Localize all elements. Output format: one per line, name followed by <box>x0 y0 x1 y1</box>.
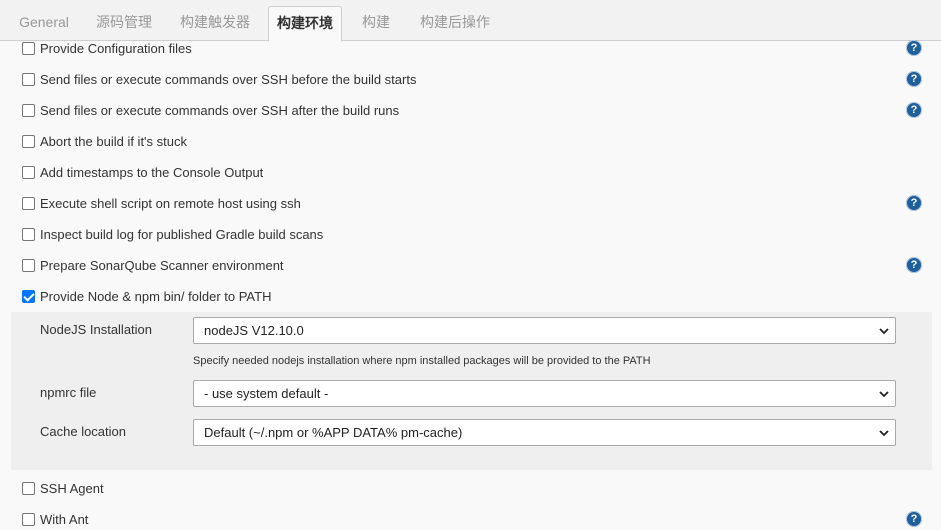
chevron-down-icon <box>879 391 889 398</box>
provide-configuration-files-label: Provide Configuration files <box>40 40 192 56</box>
inspect-gradle-build-scans-label: Inspect build log for published Gradle b… <box>40 226 324 242</box>
chevron-down-icon <box>879 328 889 335</box>
option-row-ssh-after-build[interactable]: Send files or execute commands over SSH … <box>22 99 922 121</box>
ssh-before-build-label: Send files or execute commands over SSH … <box>40 71 417 87</box>
add-timestamps-label: Add timestamps to the Console Output <box>40 164 264 180</box>
question-circle-icon[interactable]: ? <box>906 195 922 211</box>
option-row-add-timestamps[interactable]: Add timestamps to the Console Output <box>22 161 922 183</box>
provide-node-npm-path-label: Provide Node & npm bin/ folder to PATH <box>40 288 272 304</box>
npmrc-file-select[interactable]: - use system default - <box>193 380 896 407</box>
question-circle-icon[interactable]: ? <box>906 71 922 87</box>
ssh-agent-label: SSH Agent <box>40 480 104 496</box>
option-row-ssh-before-build[interactable]: Send files or execute commands over SSH … <box>22 68 922 90</box>
question-circle-icon[interactable]: ? <box>906 40 922 56</box>
option-row-provide-configuration-files[interactable]: Provide Configuration files <box>22 37 922 59</box>
npmrc-file-value: - use system default - <box>204 386 329 401</box>
option-row-ssh-agent[interactable]: SSH Agent <box>22 477 922 499</box>
prepare-sonarqube-scanner-checkbox[interactable] <box>22 258 35 272</box>
tab-build[interactable]: 构建 <box>350 6 402 41</box>
nodejs-installation-select[interactable]: nodeJS V12.10.0 <box>193 317 896 344</box>
add-timestamps-checkbox[interactable] <box>22 165 35 179</box>
option-row-execute-shell-remote-ssh[interactable]: Execute shell script on remote host usin… <box>22 192 922 214</box>
option-row-abort-if-stuck[interactable]: Abort the build if it's stuck <box>22 130 922 152</box>
ssh-agent-checkbox[interactable] <box>22 481 35 495</box>
cache-location-value: Default (~/.npm or %APP DATA% pm-cache) <box>204 425 463 440</box>
cache-location-label: Cache location <box>40 424 126 439</box>
tab-source-code-management[interactable]: 源码管理 <box>86 6 162 41</box>
tab-general[interactable]: General <box>11 6 77 41</box>
nodejs-installation-value: nodeJS V12.10.0 <box>204 323 304 338</box>
tab-build-triggers[interactable]: 构建触发器 <box>170 6 260 41</box>
prepare-sonarqube-scanner-label: Prepare SonarQube Scanner environment <box>40 257 284 273</box>
option-row-prepare-sonarqube-scanner[interactable]: Prepare SonarQube Scanner environment <box>22 254 922 276</box>
cache-location-select[interactable]: Default (~/.npm or %APP DATA% pm-cache) <box>193 419 896 446</box>
inspect-gradle-build-scans-checkbox[interactable] <box>22 227 35 241</box>
option-row-inspect-gradle-build-scans[interactable]: Inspect build log for published Gradle b… <box>22 223 922 245</box>
abort-if-stuck-checkbox[interactable] <box>22 134 35 148</box>
ssh-before-build-checkbox[interactable] <box>22 72 35 86</box>
provide-configuration-files-checkbox[interactable] <box>22 41 35 55</box>
provide-node-npm-path-checkbox[interactable] <box>22 289 35 303</box>
tab-post-build-actions[interactable]: 构建后操作 <box>410 6 500 41</box>
execute-shell-remote-ssh-label: Execute shell script on remote host usin… <box>40 195 301 211</box>
question-circle-icon[interactable]: ? <box>906 511 922 527</box>
nodejs-installation-hint: Specify needed nodejs installation where… <box>193 355 651 367</box>
with-ant-checkbox[interactable] <box>22 512 35 526</box>
with-ant-label: With Ant <box>40 511 89 527</box>
npmrc-file-label: npmrc file <box>40 385 97 400</box>
execute-shell-remote-ssh-checkbox[interactable] <box>22 196 35 210</box>
option-row-provide-node-npm-path[interactable]: Provide Node & npm bin/ folder to PATH <box>22 285 922 307</box>
chevron-down-icon <box>879 430 889 437</box>
abort-if-stuck-label: Abort the build if it's stuck <box>40 133 187 149</box>
question-circle-icon[interactable]: ? <box>906 257 922 273</box>
nodejs-installation-label: NodeJS Installation <box>40 322 153 337</box>
question-circle-icon[interactable]: ? <box>906 102 922 118</box>
option-row-with-ant[interactable]: With Ant <box>22 508 922 530</box>
ssh-after-build-label: Send files or execute commands over SSH … <box>40 102 400 118</box>
ssh-after-build-checkbox[interactable] <box>22 103 35 117</box>
config-tab-bar: General 源码管理 构建触发器 构建环境 构建 构建后操作 <box>0 0 941 42</box>
